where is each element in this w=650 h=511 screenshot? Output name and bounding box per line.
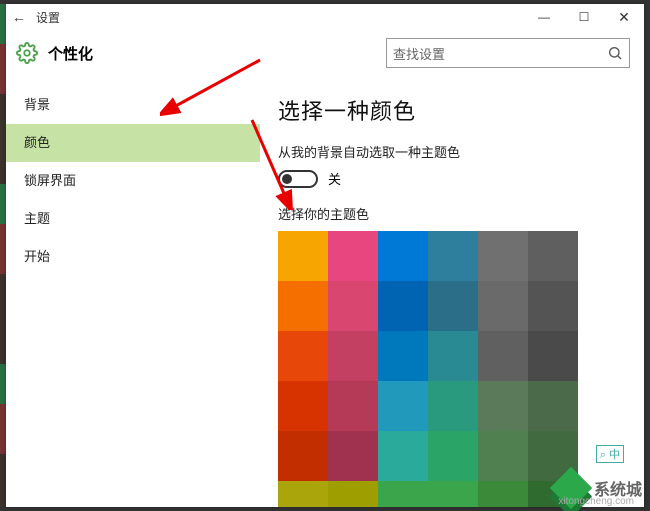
watermark-url: xitongcheng.com <box>558 496 634 507</box>
minimize-button[interactable]: — <box>524 4 564 30</box>
color-swatch-14[interactable] <box>378 331 428 381</box>
ime-badge: ⌕ 中 <box>596 445 624 463</box>
color-swatch-20[interactable] <box>378 381 428 431</box>
color-swatch-4[interactable] <box>478 231 528 281</box>
color-swatch-18[interactable] <box>278 381 328 431</box>
color-swatch-21[interactable] <box>428 381 478 431</box>
color-swatch-26[interactable] <box>378 431 428 481</box>
color-swatch-22[interactable] <box>478 381 528 431</box>
settings-window: ← 设置 — ☐ ✕ 个性化 查找设置 背景颜色锁屏界面主题开始 选择一种颜色 … <box>6 4 644 507</box>
color-swatch-10[interactable] <box>478 281 528 331</box>
pick-color-label: 选择你的主题色 <box>278 204 632 223</box>
maximize-button[interactable]: ☐ <box>564 4 604 30</box>
color-swatch-0[interactable] <box>278 231 328 281</box>
header-row: 个性化 查找设置 <box>6 30 644 76</box>
content-pane: 选择一种颜色 从我的背景自动选取一种主题色 关 选择你的主题色 <box>260 76 644 507</box>
color-swatch-5[interactable] <box>528 231 578 281</box>
sidebar-item-2[interactable]: 锁屏界面 <box>6 162 260 200</box>
color-swatch-16[interactable] <box>478 331 528 381</box>
search-placeholder: 查找设置 <box>393 44 607 63</box>
sidebar-item-0[interactable]: 背景 <box>6 86 260 124</box>
color-swatch-27[interactable] <box>428 431 478 481</box>
color-swatch-1[interactable] <box>328 231 378 281</box>
sidebar: 背景颜色锁屏界面主题开始 <box>6 76 260 507</box>
color-swatch-34[interactable] <box>478 481 528 507</box>
color-swatch-24[interactable] <box>278 431 328 481</box>
gear-icon <box>16 42 38 64</box>
sidebar-item-1[interactable]: 颜色 <box>6 124 260 162</box>
color-grid <box>278 231 632 507</box>
section-title: 选择一种颜色 <box>278 94 632 126</box>
color-swatch-13[interactable] <box>328 331 378 381</box>
color-swatch-9[interactable] <box>428 281 478 331</box>
color-swatch-2[interactable] <box>378 231 428 281</box>
color-swatch-33[interactable] <box>428 481 478 507</box>
color-swatch-17[interactable] <box>528 331 578 381</box>
color-swatch-28[interactable] <box>478 431 528 481</box>
auto-pick-toggle[interactable] <box>278 170 318 188</box>
color-swatch-31[interactable] <box>328 481 378 507</box>
watermark: 系统城 xitongcheng.com <box>556 473 642 503</box>
auto-pick-label: 从我的背景自动选取一种主题色 <box>278 142 632 161</box>
color-swatch-3[interactable] <box>428 231 478 281</box>
color-swatch-8[interactable] <box>378 281 428 331</box>
color-swatch-7[interactable] <box>328 281 378 331</box>
color-swatch-11[interactable] <box>528 281 578 331</box>
window-title: 设置 <box>32 9 60 26</box>
color-swatch-32[interactable] <box>378 481 428 507</box>
color-swatch-25[interactable] <box>328 431 378 481</box>
color-swatch-6[interactable] <box>278 281 328 331</box>
color-swatch-19[interactable] <box>328 381 378 431</box>
page-title: 个性化 <box>48 43 93 64</box>
close-button[interactable]: ✕ <box>604 4 644 30</box>
back-button[interactable]: ← <box>6 9 32 25</box>
sidebar-item-3[interactable]: 主题 <box>6 200 260 238</box>
color-swatch-23[interactable] <box>528 381 578 431</box>
toggle-state-label: 关 <box>328 169 341 188</box>
color-swatch-12[interactable] <box>278 331 328 381</box>
color-swatch-15[interactable] <box>428 331 478 381</box>
sidebar-item-4[interactable]: 开始 <box>6 238 260 276</box>
color-swatch-30[interactable] <box>278 481 328 507</box>
search-input[interactable]: 查找设置 <box>386 38 630 68</box>
title-bar: ← 设置 — ☐ ✕ <box>6 4 644 30</box>
search-icon <box>607 45 623 61</box>
